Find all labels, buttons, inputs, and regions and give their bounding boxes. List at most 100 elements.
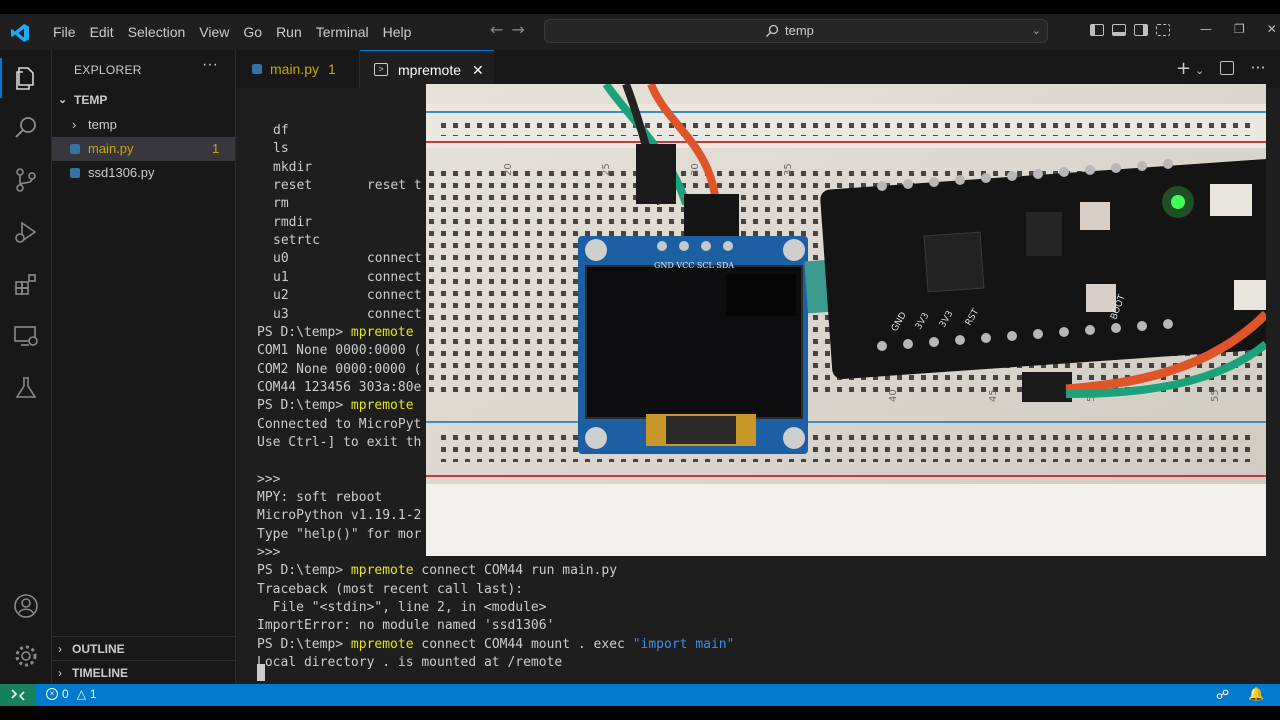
chevron-down-icon[interactable]: ⌄ — [1195, 64, 1204, 79]
restore-icon[interactable]: ❐ — [1234, 22, 1245, 36]
terminal-text: Traceback (most recent call last): — [257, 581, 524, 597]
menu-view[interactable]: View — [192, 14, 236, 50]
terminal-text: Connected to MicroPyt — [257, 416, 422, 432]
terminal-line: u3 connect — [273, 306, 422, 324]
minimize-icon[interactable]: — — [1200, 22, 1212, 36]
terminal-line: >>> — [257, 544, 280, 562]
terminal-text: reset reset t — [273, 178, 422, 194]
search-view-icon[interactable] — [12, 114, 40, 142]
menu-run[interactable]: Run — [269, 14, 309, 50]
folder-root-temp[interactable]: ⌄ TEMP — [52, 88, 235, 112]
extensions-icon[interactable] — [12, 270, 40, 298]
tree-item-ssd1306-py[interactable]: ssd1306.py — [52, 161, 235, 185]
new-terminal-icon[interactable]: + — [1176, 58, 1191, 79]
more-actions-icon[interactable]: ··· — [1250, 58, 1265, 79]
problem-badge: 1 — [212, 141, 220, 156]
close-window-icon[interactable]: ✕ — [1267, 22, 1277, 36]
terminal-text: MPY: soft reboot — [257, 490, 383, 505]
chevron-down-icon[interactable]: ⌄ — [1032, 24, 1041, 37]
tree-item-label: temp — [88, 117, 117, 132]
problems-indicator[interactable]: × 0 △ 1 — [46, 687, 97, 701]
terminal-line: u2 connect — [273, 287, 422, 305]
testing-icon[interactable] — [12, 374, 40, 402]
toggle-panel-icon[interactable] — [1112, 24, 1126, 36]
ruler-number: 40 — [888, 389, 899, 402]
terminal-text: mpremote — [350, 636, 414, 652]
ruler-number: 30 — [690, 163, 701, 176]
menu-selection[interactable]: Selection — [121, 14, 193, 50]
terminal-line: u1 connect — [273, 269, 422, 287]
source-control-icon[interactable] — [12, 166, 40, 194]
tree-item-label: main.py — [88, 141, 134, 156]
terminal-text: Type "help()" for mor — [257, 526, 422, 542]
menu-edit[interactable]: Edit — [83, 14, 121, 50]
chevron-down-icon: ⌄ — [58, 94, 68, 106]
terminal-text: >>> — [257, 471, 281, 487]
terminal-text: setrtc — [273, 233, 320, 249]
terminal-text: u2 connect — [273, 288, 422, 304]
notifications-bell-icon[interactable]: 🔔 — [1248, 686, 1264, 702]
terminal-text: >>> — [257, 545, 281, 561]
remote-icon — [11, 689, 25, 701]
outline-label: OUTLINE — [72, 642, 125, 656]
terminal-text: rm — [273, 196, 289, 212]
settings-gear-icon[interactable] — [12, 642, 40, 670]
warning-count: 1 — [89, 687, 97, 701]
toggle-primary-sidebar-icon[interactable] — [1090, 24, 1104, 36]
chevron-right-icon: › — [58, 642, 62, 656]
tree-item-temp[interactable]: › temp — [52, 113, 235, 137]
toggle-secondary-sidebar-icon[interactable] — [1134, 24, 1148, 36]
menu-file[interactable]: File — [46, 14, 83, 50]
menu-go[interactable]: Go — [236, 14, 269, 50]
terminal-text: PS D:\temp> — [257, 563, 351, 579]
terminal-line: rm — [273, 195, 289, 213]
activity-bar — [0, 50, 52, 684]
remote-explorer-icon[interactable] — [12, 322, 40, 350]
tab-problem-badge: 1 — [328, 61, 336, 77]
error-icon: × — [46, 688, 58, 700]
back-arrow-icon[interactable]: ← — [490, 20, 503, 39]
command-center[interactable]: temp ⌄ — [544, 19, 1048, 43]
remote-indicator[interactable] — [0, 684, 36, 706]
terminal-text: COM44 123456 303a:80e — [257, 379, 422, 395]
ruler-number: 35 — [783, 163, 794, 176]
timeline-section[interactable]: › TIMELINE — [52, 660, 235, 685]
ruler-number: 25 — [601, 163, 612, 176]
terminal-line: u0 connect — [273, 250, 422, 268]
ruler-number: 45 — [988, 389, 999, 402]
menu-help[interactable]: Help — [376, 14, 419, 50]
timeline-label: TIMELINE — [72, 666, 128, 680]
explorer-icon[interactable] — [12, 64, 40, 92]
split-editor-icon[interactable] — [1220, 61, 1235, 75]
tab-mpremote[interactable]: > mpremote ✕ — [360, 50, 494, 88]
explorer-header: EXPLORER — [74, 63, 142, 77]
terminal-text: u0 connect — [273, 251, 422, 267]
terminal-text: "import main" — [632, 636, 735, 652]
terminal-text: rmdir — [273, 214, 313, 230]
terminal-text: ImportError: no module named 'ssd1306' — [257, 618, 555, 634]
forward-arrow-icon[interactable]: → — [511, 20, 524, 39]
more-actions-icon[interactable]: ··· — [202, 56, 218, 74]
tree-item-main-py[interactable]: main.py 1 — [52, 137, 235, 161]
chevron-right-icon: › — [58, 666, 62, 680]
feedback-icon[interactable]: ☍ — [1216, 687, 1229, 703]
menu-terminal[interactable]: Terminal — [309, 14, 376, 50]
terminal-line: Local directory . is mounted at /remote — [257, 654, 562, 672]
terminal-line: ls — [273, 140, 289, 158]
terminal-cursor — [257, 664, 265, 681]
menu-bar: File Edit Selection View Go Run Terminal… — [46, 14, 418, 50]
ruler-number: 20 — [503, 163, 514, 176]
terminal-text: COM2 None 0000:0000 ( — [257, 361, 422, 377]
terminal-line: Use Ctrl-] to exit th — [257, 434, 421, 452]
outline-section[interactable]: › OUTLINE — [52, 636, 235, 661]
accounts-icon[interactable] — [12, 592, 40, 620]
editor-actions: + ⌄ ··· — [1176, 58, 1266, 79]
chevron-right-icon: › — [72, 117, 77, 132]
tab-main-py[interactable]: main.py 1 — [236, 50, 360, 88]
terminal-text: mpremote — [350, 324, 414, 340]
oled-pin-labels: GND VCC SCL SDA — [654, 261, 734, 270]
customize-layout-icon[interactable] — [1156, 24, 1170, 36]
terminal-line: MicroPython v1.19.1-2 — [257, 507, 421, 525]
terminal-line: COM1 None 0000:0000 ( — [257, 342, 421, 360]
run-debug-icon[interactable] — [12, 218, 40, 246]
